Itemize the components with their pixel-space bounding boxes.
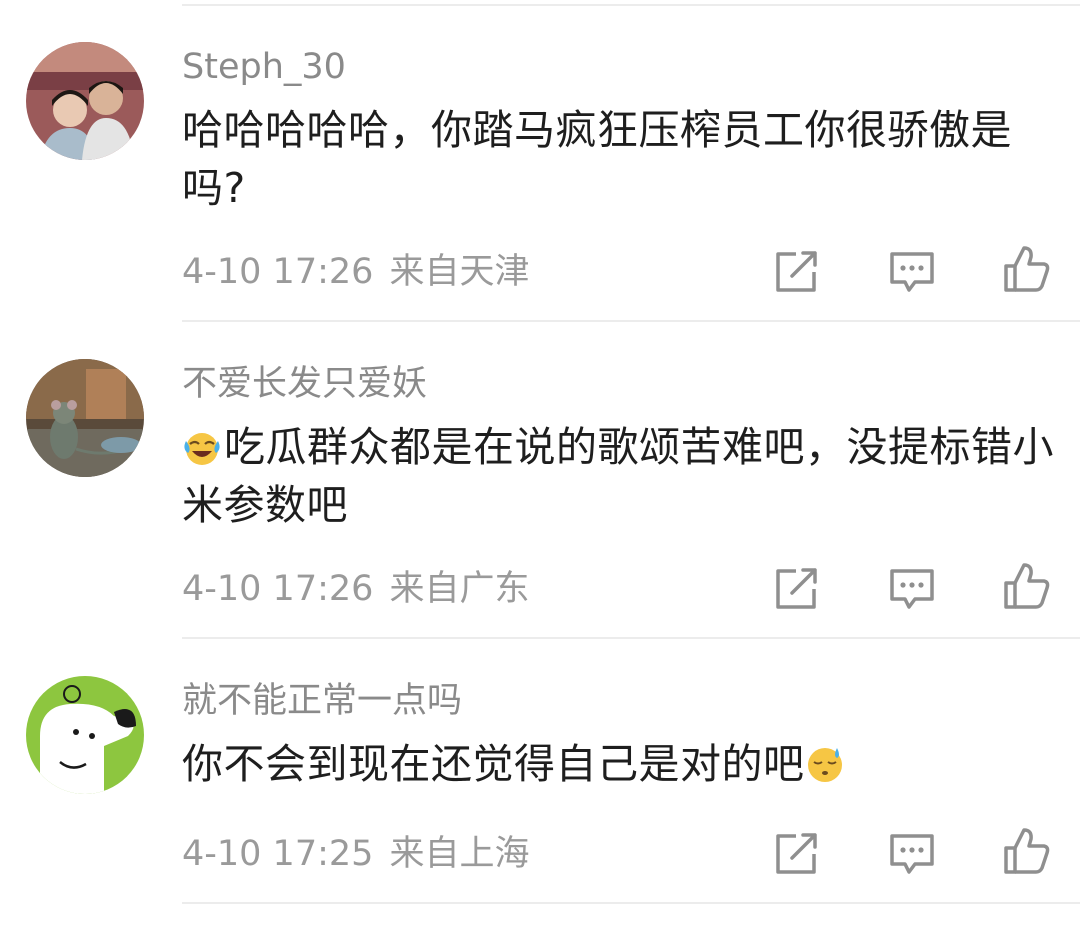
- avatar[interactable]: [26, 676, 144, 794]
- avatar[interactable]: [26, 359, 144, 477]
- comment-meta: 4-10 17:25 来自上海: [182, 832, 529, 876]
- comment-item: 就不能正常一点吗 你不会到现在还觉得自己是对的吧 4-10 17:25 来自上海: [0, 634, 1080, 952]
- share-icon[interactable]: [772, 246, 822, 296]
- rat-movie-still-avatar-icon: [26, 359, 144, 477]
- dog-cartoon-avatar-icon: [26, 676, 144, 794]
- comment-meta: 4-10 17:26 来自天津: [182, 250, 529, 294]
- comment-item: Steph_30 哈哈哈哈哈，你踏马疯狂压榨员工你很骄傲是吗? 4-10 17:…: [0, 0, 1080, 318]
- avatar[interactable]: [26, 42, 144, 160]
- username[interactable]: 就不能正常一点吗: [182, 679, 462, 723]
- username[interactable]: Steph_30: [182, 45, 346, 89]
- comment-icon[interactable]: [887, 246, 937, 296]
- thumbs-up-icon[interactable]: [1002, 561, 1052, 611]
- comment-icon[interactable]: [887, 563, 937, 613]
- comment-meta: 4-10 17:26 来自广东: [182, 567, 529, 611]
- couple-photo-avatar-icon: [26, 42, 144, 160]
- username[interactable]: 不爱长发只爱妖: [182, 362, 427, 406]
- location: 来自天津: [389, 252, 530, 292]
- comment-text: 你不会到现在还觉得自己是对的吧: [182, 735, 1062, 793]
- comment-text: 哈哈哈哈哈，你踏马疯狂压榨员工你很骄傲是吗?: [182, 106, 1012, 212]
- thumbs-up-icon[interactable]: [1002, 244, 1052, 294]
- share-icon[interactable]: [772, 828, 822, 878]
- location: 来自广东: [389, 569, 530, 609]
- timestamp: 4-10 17:25: [182, 834, 374, 874]
- thumbs-up-icon[interactable]: [1002, 826, 1052, 876]
- share-icon[interactable]: [772, 563, 822, 613]
- timestamp: 4-10 17:26: [182, 569, 374, 609]
- comment-divider: [182, 902, 1080, 904]
- comment-icon[interactable]: [887, 828, 937, 878]
- timestamp: 4-10 17:26: [182, 252, 374, 292]
- laughing-crying-emoji: [184, 433, 220, 465]
- comment-item: 不爱长发只爱妖 吃瓜群众都是在说的歌颂苦难吧，没提标错小米参数吧 4-10 17…: [0, 317, 1080, 635]
- location: 来自上海: [389, 834, 530, 874]
- sweat-face-emoji: [807, 748, 842, 782]
- comment-text: 吃瓜群众都是在说的歌颂苦难吧，没提标错小米参数吧: [182, 423, 1054, 529]
